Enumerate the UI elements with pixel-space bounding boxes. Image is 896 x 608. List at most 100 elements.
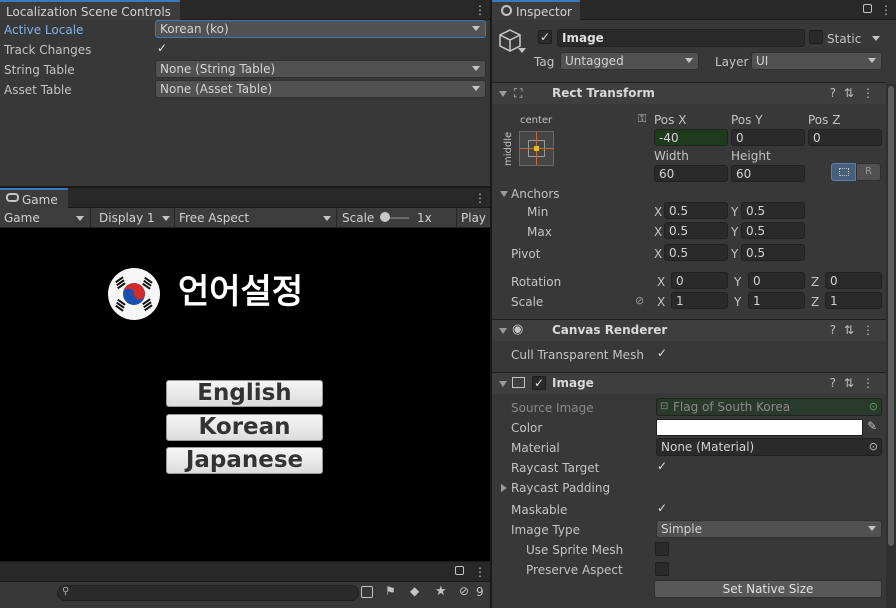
raycast-padding-label[interactable]: Raycast Padding bbox=[511, 480, 610, 496]
rot-z-input[interactable]: 0 bbox=[825, 272, 882, 289]
anchor-presets-button[interactable] bbox=[519, 131, 554, 166]
rot-y-input[interactable]: 0 bbox=[748, 272, 805, 289]
chevron-down-icon[interactable] bbox=[872, 36, 880, 41]
pos-y-label: Pos Y bbox=[731, 113, 763, 127]
preserve-aspect-checkbox[interactable] bbox=[655, 562, 669, 576]
scale-y-input[interactable]: 1 bbox=[748, 292, 805, 309]
display-mode-dropdown[interactable]: Game bbox=[4, 210, 40, 226]
cull-transparent-mesh-checkbox[interactable]: ✓ bbox=[655, 347, 669, 361]
canvas-renderer-header[interactable]: ◉ Canvas Renderer ?⇅⋮ bbox=[492, 319, 886, 341]
material-field[interactable]: None (Material) ⊙ bbox=[656, 438, 882, 456]
constrain-proportions-icon[interactable]: ⊘ bbox=[635, 294, 644, 307]
object-name-input[interactable]: Image bbox=[557, 29, 805, 47]
pos-x-input[interactable]: -40 bbox=[654, 129, 728, 146]
width-input[interactable]: 60 bbox=[654, 165, 728, 182]
image-type-dropdown[interactable]: Simple bbox=[656, 520, 882, 538]
chevron-down-icon[interactable] bbox=[518, 48, 526, 53]
layer-dropdown[interactable]: UI bbox=[751, 52, 882, 70]
display-dropdown[interactable]: Display 1 bbox=[99, 210, 155, 226]
height-input[interactable]: 60 bbox=[731, 165, 805, 182]
component-header-icons[interactable]: ?⇅⋮ bbox=[830, 86, 882, 100]
more-options-icon[interactable]: ⋮ bbox=[474, 3, 486, 17]
rot-y-label: Y bbox=[734, 275, 742, 289]
max-y-input[interactable]: 0.5 bbox=[741, 222, 805, 239]
max-x-input[interactable]: 0.5 bbox=[664, 222, 728, 239]
play-mode-dropdown[interactable]: Play bbox=[461, 210, 486, 226]
scale-x-label: X bbox=[657, 295, 666, 309]
raycast-padding-foldout-icon[interactable] bbox=[501, 484, 507, 492]
string-table-dropdown[interactable]: None (String Table) bbox=[155, 60, 486, 78]
scale-y-label: Y bbox=[734, 295, 742, 309]
favorite-icon[interactable]: ★ bbox=[435, 584, 447, 599]
lock-icon[interactable] bbox=[455, 566, 464, 575]
static-label: Static bbox=[827, 32, 862, 46]
tag-dropdown[interactable]: Untagged bbox=[560, 52, 699, 70]
track-changes-checkbox[interactable]: ✓ bbox=[155, 42, 169, 56]
collapse-arrow-icon bbox=[499, 91, 507, 97]
image-component-header[interactable]: ✓ Image ?⇅⋮ bbox=[492, 372, 886, 394]
set-native-size-button[interactable]: Set Native Size bbox=[654, 580, 882, 598]
raycast-target-checkbox[interactable]: ✓ bbox=[655, 460, 669, 474]
asset-table-dropdown[interactable]: None (Asset Table) bbox=[155, 80, 486, 98]
active-checkbox[interactable]: ✓ bbox=[538, 30, 552, 44]
asset-table-value: None (Asset Table) bbox=[160, 82, 273, 96]
scale-label: Scale bbox=[342, 211, 375, 225]
scale-z-input[interactable]: 1 bbox=[825, 292, 882, 309]
source-image-field[interactable]: ⊡ Flag of South Korea ⊙ bbox=[656, 398, 882, 416]
active-locale-value: Korean (ko) bbox=[160, 22, 229, 36]
anchor-center bbox=[534, 146, 539, 151]
raw-edit-button[interactable]: R bbox=[856, 163, 881, 181]
aspect-dropdown[interactable]: Free Aspect bbox=[179, 210, 249, 226]
pivot-y-input[interactable]: 0.5 bbox=[741, 244, 805, 261]
active-locale-dropdown[interactable]: Korean (ko) bbox=[155, 20, 486, 38]
component-header-icons[interactable]: ?⇅⋮ bbox=[830, 323, 882, 337]
pos-y-input[interactable]: 0 bbox=[731, 129, 805, 146]
collapse-arrow-icon bbox=[499, 381, 507, 387]
use-sprite-mesh-checkbox[interactable] bbox=[655, 542, 669, 556]
tab-localization-scene-controls[interactable]: Localization Scene Controls bbox=[0, 0, 180, 20]
korean-button[interactable]: Korean bbox=[166, 414, 323, 441]
eyedropper-icon[interactable]: ✎ bbox=[867, 419, 877, 433]
object-picker-icon[interactable]: ⊙ bbox=[869, 399, 878, 415]
scale-label: Scale bbox=[511, 295, 544, 309]
label-filter-icon[interactable]: ◆ bbox=[410, 584, 419, 598]
hidden-count-icon[interactable]: ⊘ bbox=[459, 584, 469, 598]
blueprint-icon[interactable]: ⚿ bbox=[638, 112, 646, 126]
save-search-icon[interactable] bbox=[361, 586, 373, 598]
more-options-icon[interactable]: ⋮ bbox=[474, 191, 486, 205]
scene-filter-icon[interactable]: ⚑ bbox=[385, 584, 396, 598]
pos-z-input[interactable]: 0 bbox=[808, 129, 882, 146]
min-x-input[interactable]: 0.5 bbox=[664, 202, 728, 219]
lock-icon[interactable] bbox=[863, 4, 872, 13]
english-button[interactable]: English bbox=[166, 380, 323, 407]
rect-transform-header[interactable]: ⛶ Rect Transform ?⇅⋮ bbox=[492, 82, 886, 104]
more-options-icon[interactable]: ⋮ bbox=[474, 565, 486, 579]
pivot-x-input[interactable]: 0.5 bbox=[664, 244, 728, 261]
more-options-icon[interactable]: ⋮ bbox=[880, 3, 892, 17]
source-image-value: Flag of South Korea bbox=[673, 400, 791, 414]
scrollbar-thumb[interactable] bbox=[888, 86, 894, 546]
blueprint-mode-button[interactable] bbox=[831, 163, 856, 181]
image-enabled-checkbox[interactable]: ✓ bbox=[532, 376, 546, 390]
color-swatch[interactable] bbox=[656, 419, 863, 436]
tag-value: Untagged bbox=[565, 54, 624, 68]
search-input[interactable] bbox=[57, 585, 359, 601]
image-icon bbox=[512, 377, 525, 388]
component-header-icons[interactable]: ?⇅⋮ bbox=[830, 376, 882, 390]
min-y-input[interactable]: 0.5 bbox=[741, 202, 805, 219]
scale-x-input[interactable]: 1 bbox=[671, 292, 728, 309]
maskable-checkbox[interactable]: ✓ bbox=[655, 502, 669, 516]
pivot-x-label: X bbox=[654, 247, 663, 261]
japanese-button[interactable]: Japanese bbox=[166, 447, 323, 474]
anchors-label[interactable]: Anchors bbox=[511, 186, 560, 202]
anchors-foldout-icon[interactable] bbox=[500, 191, 508, 197]
bottom-tabbar bbox=[0, 562, 490, 582]
rot-x-input[interactable]: 0 bbox=[671, 272, 728, 289]
static-checkbox[interactable] bbox=[809, 30, 823, 44]
preserve-aspect-label: Preserve Aspect bbox=[526, 563, 623, 577]
chevron-down-icon bbox=[76, 216, 84, 221]
scale-slider-handle[interactable] bbox=[380, 212, 390, 222]
min-y-label: Y bbox=[731, 205, 739, 219]
min-x-label: X bbox=[654, 205, 663, 219]
object-picker-icon[interactable]: ⊙ bbox=[869, 439, 878, 455]
